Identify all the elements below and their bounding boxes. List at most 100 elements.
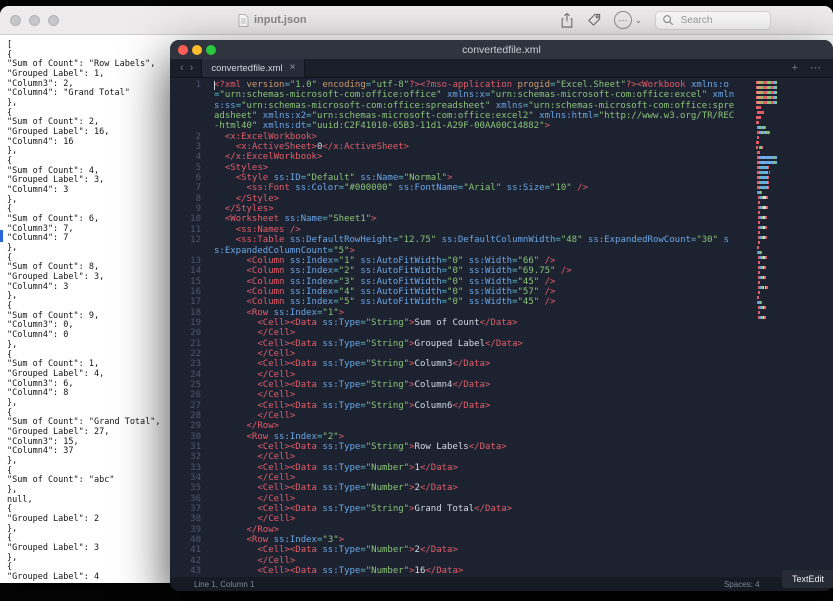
code-line[interactable]: 20 </Cell> xyxy=(170,328,740,338)
search-field[interactable] xyxy=(655,11,771,30)
code-line[interactable]: 12 <ss:Table ss:DefaultRowHeight="12.75"… xyxy=(170,235,740,256)
close-button[interactable] xyxy=(178,45,188,55)
line-number: 6 xyxy=(170,173,214,183)
code-text: <ss:Names /> xyxy=(214,225,740,235)
code-line[interactable]: 26 </Cell> xyxy=(170,390,740,400)
minimap-line xyxy=(756,271,777,274)
code-line[interactable]: 4 </x:ExcelWorkbook> xyxy=(170,152,740,162)
minimap-line xyxy=(756,156,777,159)
editor-statusbar: Line 1, Column 1 Spaces: 4 XML xyxy=(170,577,833,591)
code-line[interactable]: 14 <Column ss:Index="2" ss:AutoFitWidth=… xyxy=(170,266,740,276)
code-line[interactable]: 27 <Cell><Data ss:Type="String">Column6<… xyxy=(170,401,740,411)
line-number: 40 xyxy=(170,535,214,545)
minimap-line xyxy=(756,206,777,209)
zoom-button[interactable] xyxy=(48,15,59,26)
code-line[interactable]: 6 <Style ss:ID="Default" ss:Name="Normal… xyxy=(170,173,740,183)
line-number: 8 xyxy=(170,194,214,204)
line-number: 10 xyxy=(170,214,214,224)
minimap-line xyxy=(756,201,777,204)
code-line[interactable]: 37 <Cell><Data ss:Type="String">Grand To… xyxy=(170,504,740,514)
code-line[interactable]: 19 <Cell><Data ss:Type="String">Sum of C… xyxy=(170,318,740,328)
code-line[interactable]: 16 <Column ss:Index="4" ss:AutoFitWidth=… xyxy=(170,287,740,297)
code-line[interactable]: 34 </Cell> xyxy=(170,473,740,483)
line-number: 21 xyxy=(170,339,214,349)
code-text: <Cell><Data ss:Type="String">Sum of Coun… xyxy=(214,318,740,328)
share-icon[interactable] xyxy=(560,12,574,29)
code-text: </Row> xyxy=(214,421,740,431)
code-line[interactable]: 10 <Worksheet ss:Name="Sheet1"> xyxy=(170,214,740,224)
tab-label: convertedfile.xml xyxy=(211,63,282,74)
line-number: 34 xyxy=(170,473,214,483)
code-text: </Cell> xyxy=(214,452,740,462)
code-text: <Row ss:Index="2"> xyxy=(214,432,740,442)
minimap[interactable] xyxy=(756,81,777,321)
zoom-button[interactable] xyxy=(206,45,216,55)
line-number: 31 xyxy=(170,442,214,452)
code-text: </x:ExcelWorkbook> xyxy=(214,152,740,162)
code-line[interactable]: 35 <Cell><Data ss:Type="Number">2</Data> xyxy=(170,483,740,493)
code-line[interactable]: 2 <x:ExcelWorkbook> xyxy=(170,132,740,142)
code-line[interactable]: 24 </Cell> xyxy=(170,370,740,380)
cursor-position[interactable]: Line 1, Column 1 xyxy=(194,580,724,589)
code-line[interactable]: 1<?xml version="1.0" encoding="utf-8"?><… xyxy=(170,80,740,132)
code-line[interactable]: 8 </Style> xyxy=(170,194,740,204)
minimap-line xyxy=(756,266,777,269)
code-text: <Cell><Data ss:Type="Number">2</Data> xyxy=(214,545,740,555)
code-line[interactable]: 31 <Cell><Data ss:Type="String">Row Labe… xyxy=(170,442,740,452)
code-text: <Cell><Data ss:Type="String">Grouped Lab… xyxy=(214,339,740,349)
code-line[interactable]: 29 </Row> xyxy=(170,421,740,431)
history-back-button[interactable]: ‹ xyxy=(177,63,187,74)
code-text: <Column ss:Index="4" ss:AutoFitWidth="0"… xyxy=(214,287,740,297)
tab-convertedfile-xml[interactable]: convertedfile.xml × xyxy=(201,59,305,77)
minimize-button[interactable] xyxy=(29,15,40,26)
code-line[interactable]: 5 <Styles> xyxy=(170,163,740,173)
code-line[interactable]: 41 <Cell><Data ss:Type="Number">2</Data> xyxy=(170,545,740,555)
code-line[interactable]: 15 <Column ss:Index="3" ss:AutoFitWidth=… xyxy=(170,277,740,287)
tab-close-icon[interactable]: × xyxy=(290,63,296,73)
code-line[interactable]: 39 </Row> xyxy=(170,525,740,535)
line-number: 22 xyxy=(170,349,214,359)
history-forward-button[interactable]: › xyxy=(187,63,197,74)
tag-icon[interactable] xyxy=(587,13,601,27)
code-line[interactable]: 21 <Cell><Data ss:Type="String">Grouped … xyxy=(170,339,740,349)
new-tab-button[interactable]: + xyxy=(792,63,798,74)
minimap-line xyxy=(756,171,777,174)
minimize-button[interactable] xyxy=(192,45,202,55)
code-line[interactable]: 18 <Row ss:Index="1"> xyxy=(170,308,740,318)
search-input[interactable] xyxy=(679,14,767,27)
code-line[interactable]: 42 </Cell> xyxy=(170,556,740,566)
code-line[interactable]: 33 <Cell><Data ss:Type="Number">1</Data> xyxy=(170,463,740,473)
code-text: <?xml version="1.0" encoding="utf-8"?><?… xyxy=(214,80,740,132)
code-line[interactable]: 40 <Row ss:Index="3"> xyxy=(170,535,740,545)
window-controls xyxy=(178,40,216,59)
code-line[interactable]: 36 </Cell> xyxy=(170,494,740,504)
code-line[interactable]: 13 <Column ss:Index="1" ss:AutoFitWidth=… xyxy=(170,256,740,266)
code-line[interactable]: 3 <x:ActiveSheet>0</x:ActiveSheet> xyxy=(170,142,740,152)
close-button[interactable] xyxy=(10,15,21,26)
more-options-button[interactable]: ⋯ ⌄ xyxy=(614,11,642,29)
minimap-line xyxy=(756,141,777,144)
line-number: 30 xyxy=(170,432,214,442)
code-line[interactable]: 43 <Cell><Data ss:Type="Number">16</Data… xyxy=(170,566,740,576)
code-line[interactable]: 23 <Cell><Data ss:Type="String">Column3<… xyxy=(170,359,740,369)
minimap-line xyxy=(756,151,777,154)
minimap-line xyxy=(756,186,777,189)
indentation-setting[interactable]: Spaces: 4 xyxy=(724,580,760,589)
code-line[interactable]: 22 </Cell> xyxy=(170,349,740,359)
code-line[interactable]: 7 <ss:Font ss:Color="#000000" ss:FontNam… xyxy=(170,183,740,193)
chevron-down-icon: ⌄ xyxy=(635,16,642,25)
code-line[interactable]: 11 <ss:Names /> xyxy=(170,225,740,235)
code-line[interactable]: 17 <Column ss:Index="5" ss:AutoFitWidth=… xyxy=(170,297,740,307)
line-number: 33 xyxy=(170,463,214,473)
minimap-line xyxy=(756,181,777,184)
code-line[interactable]: 38 </Cell> xyxy=(170,514,740,524)
code-line[interactable]: 28 </Cell> xyxy=(170,411,740,421)
code-line[interactable]: 25 <Cell><Data ss:Type="String">Column4<… xyxy=(170,380,740,390)
code-line[interactable]: 9 </Styles> xyxy=(170,204,740,214)
code-area[interactable]: 1<?xml version="1.0" encoding="utf-8"?><… xyxy=(170,80,740,577)
code-line[interactable]: 32 </Cell> xyxy=(170,452,740,462)
line-number: 9 xyxy=(170,204,214,214)
tab-overflow-button[interactable]: ⋯ xyxy=(810,63,821,74)
minimap-line xyxy=(756,291,777,294)
code-line[interactable]: 30 <Row ss:Index="2"> xyxy=(170,432,740,442)
